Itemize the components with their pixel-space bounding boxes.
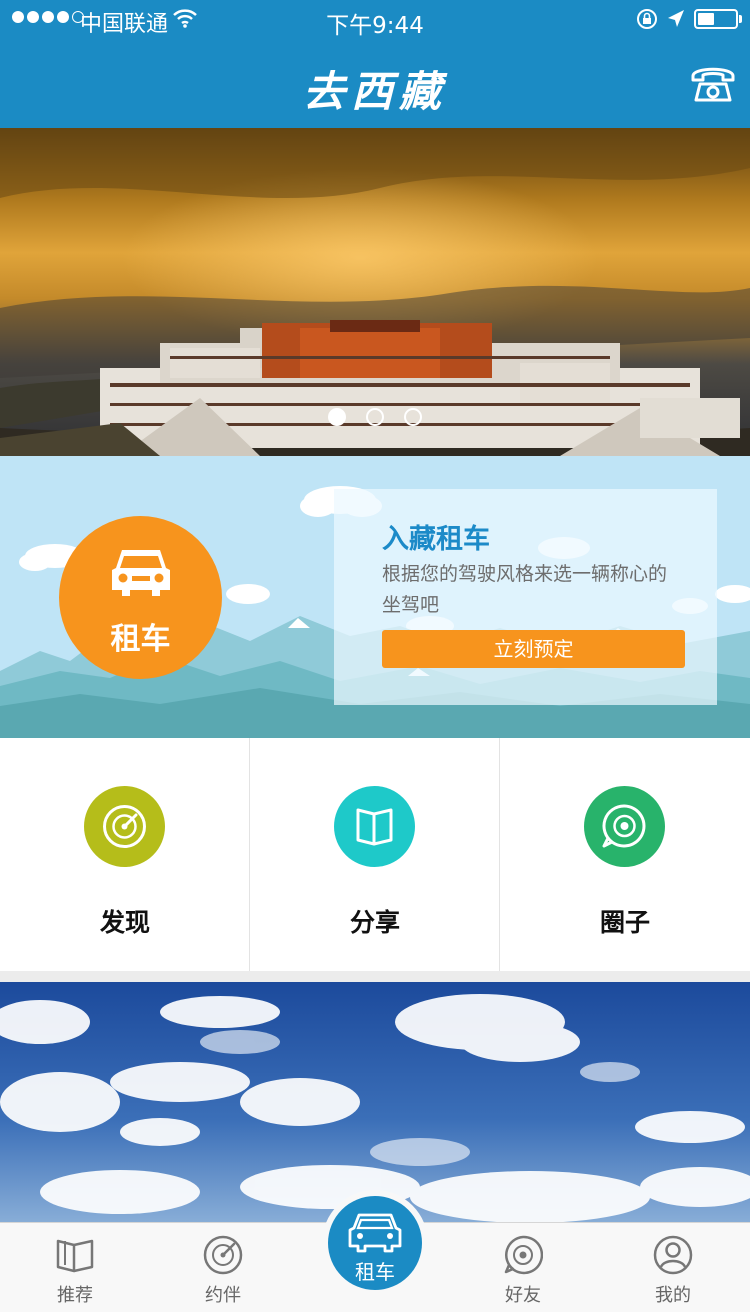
phone-icon[interactable] xyxy=(690,62,736,104)
book-icon xyxy=(356,808,393,846)
tab-profile[interactable]: 我的 xyxy=(598,1223,748,1312)
potala-palace-image xyxy=(0,128,750,456)
person-icon xyxy=(653,1235,693,1275)
chat-ring-icon xyxy=(504,1235,543,1275)
hero-banner-carousel[interactable] xyxy=(0,128,750,456)
location-arrow-icon xyxy=(668,10,684,27)
tab-car-rental-label: 租车 xyxy=(355,1260,395,1284)
battery-tip xyxy=(739,15,742,23)
rental-promo-card: 入藏租车 根据您的驾驶风格来选一辆称心的坐驾吧 立刻预定 xyxy=(334,489,717,705)
banner-page-dot[interactable] xyxy=(328,408,346,426)
feature-share-circle xyxy=(334,786,415,867)
app-header: 中国联通 下午9:44 去西藏 xyxy=(0,0,750,128)
feature-circle-group-circle xyxy=(584,786,665,867)
battery-level-fill xyxy=(698,13,714,25)
tab-car-rental[interactable]: 租车 xyxy=(322,1190,428,1296)
feature-share-label: 分享 xyxy=(349,908,400,937)
car-icon xyxy=(348,1213,402,1253)
tab-companion-label: 约伴 xyxy=(205,1285,241,1306)
feature-grid: 发现 分享 圈子 xyxy=(0,738,750,971)
book-icon xyxy=(56,1239,94,1273)
tab-car-rental-active: 租车 xyxy=(328,1196,422,1290)
tab-recommend-label: 推荐 xyxy=(57,1285,93,1306)
feature-circle-group-label: 圈子 xyxy=(599,908,650,937)
feature-discover-label: 发现 xyxy=(99,908,150,937)
banner-page-dot[interactable] xyxy=(366,408,384,426)
compass-icon xyxy=(103,805,146,848)
status-bar: 中国联通 下午9:44 xyxy=(0,0,750,40)
page-title: 去西藏 xyxy=(302,67,447,116)
chat-ring-icon xyxy=(602,804,646,848)
banner-page-dot[interactable] xyxy=(404,408,422,426)
tab-companion[interactable]: 约伴 xyxy=(148,1223,298,1312)
tab-recommend[interactable]: 推荐 xyxy=(0,1223,150,1312)
promo-title: 入藏租车 xyxy=(382,524,490,555)
tab-friends[interactable]: 好友 xyxy=(448,1223,598,1312)
feature-discover-circle xyxy=(84,786,165,867)
compass-icon xyxy=(203,1235,243,1275)
car-icon xyxy=(112,550,170,596)
orientation-lock-icon xyxy=(637,9,657,29)
tab-friends-label: 好友 xyxy=(505,1285,541,1306)
car-rental-badge[interactable]: 租车 xyxy=(59,516,222,679)
feature-discover[interactable]: 发现 xyxy=(0,738,250,971)
banner-page-indicator[interactable] xyxy=(0,408,750,426)
battery-icon xyxy=(694,9,738,29)
tab-profile-label: 我的 xyxy=(655,1285,691,1306)
promo-description: 根据您的驾驶风格来选一辆称心的坐驾吧 xyxy=(382,563,668,616)
car-rental-section: 租车 入藏租车 根据您的驾驶风格来选一辆称心的坐驾吧 立刻预定 xyxy=(0,456,750,738)
car-badge-label: 租车 xyxy=(110,622,171,657)
feature-circle-group[interactable]: 圈子 xyxy=(500,738,750,971)
feature-share[interactable]: 分享 xyxy=(250,738,500,971)
book-now-button[interactable]: 立刻预定 xyxy=(382,630,685,668)
